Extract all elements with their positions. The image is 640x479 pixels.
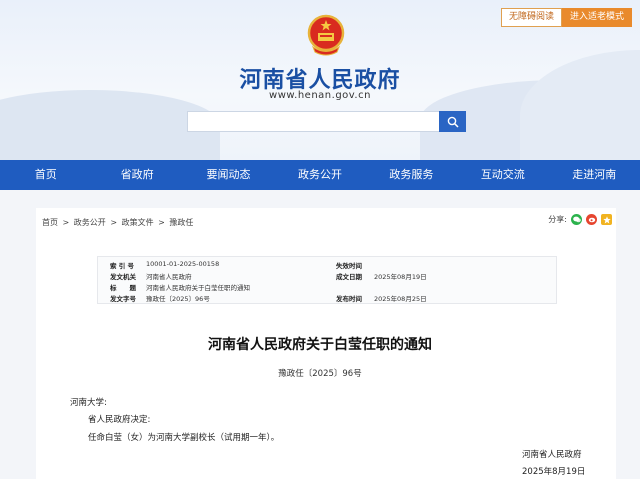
site-header: 无障碍阅读 进入适老模式 河南省人民政府 www.henan.gov.cn	[0, 0, 640, 160]
search-icon	[447, 116, 459, 128]
docno-label: 发文字号	[110, 295, 136, 303]
weibo-icon[interactable]	[586, 214, 597, 225]
breadcrumb-disclosure[interactable]: 政务公开	[74, 218, 106, 227]
share-label: 分享:	[548, 215, 567, 224]
search-bar	[187, 111, 466, 132]
decision-line: 省人民政府决定:	[88, 415, 151, 425]
nav-item-home[interactable]: 首页	[0, 160, 91, 190]
search-input[interactable]	[187, 111, 439, 132]
index-label: 索 引 号	[110, 262, 135, 270]
site-url: www.henan.gov.cn	[269, 90, 371, 101]
subject-label: 标 题	[110, 284, 136, 292]
breadcrumb-home[interactable]: 首页	[42, 218, 58, 227]
top-buttons: 无障碍阅读 进入适老模式	[500, 8, 632, 27]
published-value: 2025年08月25日	[374, 295, 427, 303]
created-value: 2025年08月19日	[374, 273, 427, 281]
nav-item-about-henan[interactable]: 走进河南	[549, 160, 640, 190]
breadcrumb-separator: >	[62, 218, 70, 227]
nav-item-disclosure[interactable]: 政务公开	[274, 160, 365, 190]
main-nav: 首页 省政府 要闻动态 政务公开 政务服务 互动交流 走进河南	[0, 160, 640, 190]
document-metadata-table: 索 引 号 10001-01-2025-00158 失效时间 发文机关 河南省人…	[97, 256, 557, 304]
docno-value: 豫政任〔2025〕96号	[146, 295, 210, 303]
signer: 河南省人民政府	[522, 450, 582, 460]
issuer-label: 发文机关	[110, 273, 136, 281]
share-bar: 分享:	[548, 214, 612, 225]
elder-mode-button[interactable]: 进入适老模式	[561, 8, 632, 27]
document-number: 豫政任〔2025〕96号	[278, 369, 362, 379]
created-label: 成文日期	[336, 273, 362, 281]
metadata-row: 发文字号 豫政任〔2025〕96号 发布时间 2025年08月25日	[98, 293, 558, 305]
accessibility-button[interactable]: 无障碍阅读	[500, 8, 562, 27]
breadcrumb: 首页 > 政务公开 > 政策文件 > 豫政任	[42, 217, 195, 228]
breadcrumb-current[interactable]: 豫政任	[169, 218, 193, 227]
breadcrumb-separator: >	[158, 218, 165, 227]
issuer-value: 河南省人民政府	[146, 273, 192, 281]
recipient: 河南大学:	[70, 398, 107, 408]
breadcrumb-policy-docs[interactable]: 政策文件	[122, 218, 154, 227]
nav-item-government[interactable]: 省政府	[91, 160, 182, 190]
document-title: 河南省人民政府关于白莹任职的通知	[208, 337, 432, 353]
nav-item-news[interactable]: 要闻动态	[183, 160, 274, 190]
nav-item-interaction[interactable]: 互动交流	[457, 160, 548, 190]
breadcrumb-separator: >	[110, 218, 118, 227]
nav-item-services[interactable]: 政务服务	[366, 160, 457, 190]
search-button[interactable]	[439, 111, 466, 132]
national-emblem-icon	[307, 14, 345, 56]
published-label: 发布时间	[336, 295, 362, 303]
subject-value: 河南省人民政府关于白莹任职的通知	[146, 284, 250, 292]
signing-date: 2025年8月19日	[522, 467, 586, 477]
wechat-icon[interactable]	[571, 214, 582, 225]
favorite-star-icon[interactable]	[601, 214, 612, 225]
appointment-line: 任命白莹（女）为河南大学副校长（试用期一年）。	[88, 433, 280, 443]
index-value: 10001-01-2025-00158	[146, 260, 220, 268]
expiry-label: 失效时间	[336, 262, 362, 270]
